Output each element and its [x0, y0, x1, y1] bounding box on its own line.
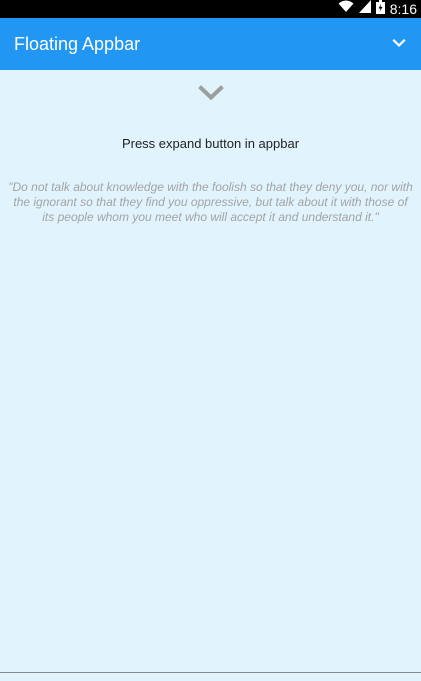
content-expand-chevron[interactable] — [197, 84, 225, 106]
instruction-text: Press expand button in appbar — [121, 136, 300, 151]
wifi-icon — [338, 0, 354, 18]
chevron-down-icon — [198, 84, 224, 106]
chevron-down-icon — [392, 35, 406, 53]
appbar: Floating Appbar — [0, 18, 421, 70]
status-time: 8:16 — [389, 1, 417, 17]
signal-icon — [358, 0, 371, 18]
battery-icon — [375, 0, 385, 19]
status-icons: 8:16 — [338, 0, 421, 18]
status-bar: 8:16 — [0, 0, 421, 18]
quote-text: "Do not talk about knowledge with the fo… — [8, 180, 413, 224]
appbar-title: Floating Appbar — [14, 34, 141, 54]
expand-button[interactable] — [383, 28, 415, 60]
